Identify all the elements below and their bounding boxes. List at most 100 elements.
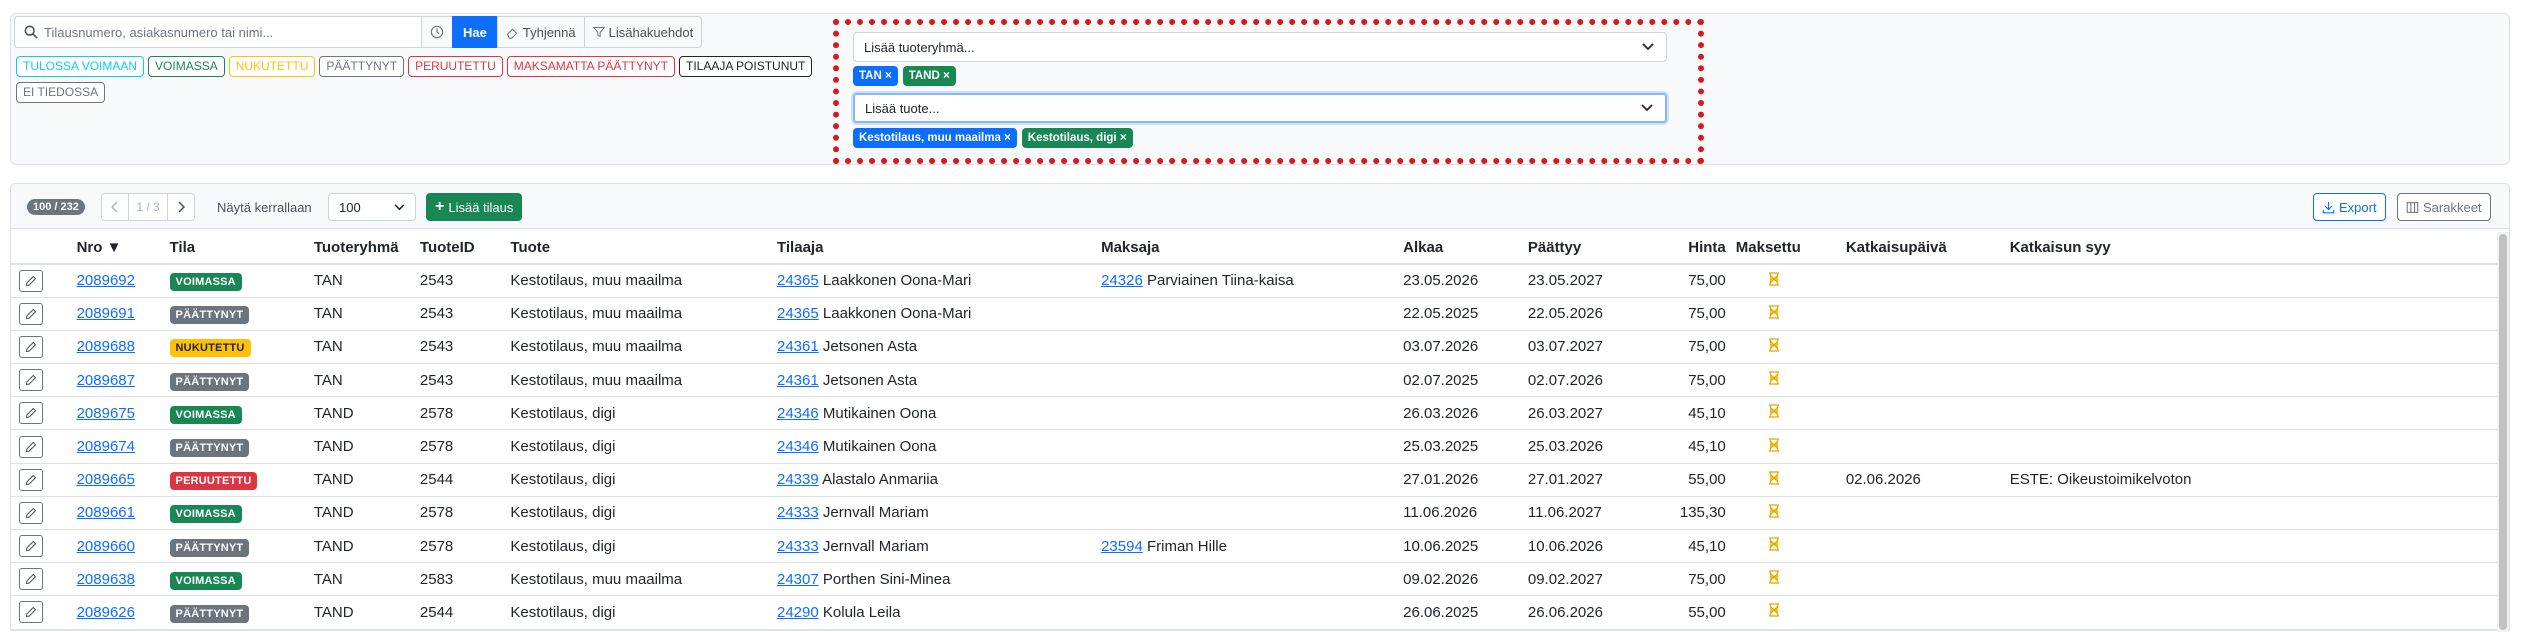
order-number-link[interactable]: 2089665 bbox=[77, 471, 135, 488]
payer-cell bbox=[1099, 297, 1402, 331]
edit-button[interactable] bbox=[19, 369, 43, 392]
clear-button[interactable]: Tyhjennä bbox=[496, 16, 585, 48]
remove-tag-icon[interactable]: × bbox=[1001, 132, 1011, 144]
table-scrollbar[interactable] bbox=[2497, 232, 2509, 632]
search-button[interactable]: Hae bbox=[452, 16, 498, 48]
product-group-placeholder: Lisää tuoteryhmä... bbox=[864, 39, 975, 55]
status-cell: VOIMASSA bbox=[167, 496, 312, 531]
subscriber-name: Porthen Sini-Minea bbox=[822, 570, 951, 588]
edit-button[interactable] bbox=[19, 568, 43, 591]
order-number-link[interactable]: 2089661 bbox=[77, 504, 135, 521]
remove-tag-icon[interactable]: × bbox=[1117, 132, 1127, 144]
table-row: 2089692 VOIMASSA TAN 2543 Kestotilaus, muu m… bbox=[11, 264, 2497, 298]
selected-tag: Kestotilaus, digi × bbox=[1021, 128, 1133, 148]
start-date-cell: 10.06.2025 bbox=[1401, 529, 1526, 564]
edit-button[interactable] bbox=[19, 435, 43, 458]
remove-tag-icon[interactable]: × bbox=[940, 70, 950, 82]
status-badge: PÄÄTTYNYT bbox=[169, 439, 250, 458]
subscriber-link[interactable]: 24361 bbox=[777, 372, 819, 389]
status-chip[interactable]: PÄÄTTYNYT bbox=[319, 56, 405, 77]
table-row: 2089660 PÄÄTTYNYT TAND 2578 Kestotilaus, dig… bbox=[11, 529, 2497, 564]
edit-cell bbox=[11, 330, 75, 365]
pencil-icon bbox=[25, 574, 37, 585]
edit-button[interactable] bbox=[19, 601, 43, 624]
subscriber-link[interactable]: 24333 bbox=[777, 538, 819, 555]
status-chip[interactable]: VOIMASSA bbox=[148, 56, 225, 77]
page-indicator: 1 / 3 bbox=[128, 193, 168, 221]
subscriber-link[interactable]: 24333 bbox=[777, 504, 819, 521]
more-filters-button[interactable]: Lisähakuehdot bbox=[583, 16, 703, 48]
edit-cell bbox=[11, 264, 75, 298]
search-input[interactable]: Tilausnumero, asiakasnumero tai nimi... bbox=[14, 16, 422, 48]
order-number-link[interactable]: 2089660 bbox=[77, 538, 135, 555]
status-cell: VOIMASSA bbox=[167, 264, 312, 298]
column-header[interactable]: Nro ▼ bbox=[74, 232, 168, 265]
history-button[interactable] bbox=[421, 16, 453, 48]
paid-cell bbox=[1733, 363, 1844, 398]
product-group-cell: TAND bbox=[311, 529, 418, 564]
status-chip[interactable]: MAKSAMATTA PÄÄTTYNYT bbox=[506, 56, 675, 77]
export-label: Export bbox=[2339, 199, 2377, 215]
order-number-link[interactable]: 2089692 bbox=[77, 272, 135, 289]
product-cell: Kestotilaus, digi bbox=[508, 396, 775, 431]
payer-cell: 23594 Friman Hille bbox=[1099, 529, 1402, 564]
status-chip[interactable]: TULOSSA VOIMAAN bbox=[16, 56, 145, 77]
product-select[interactable]: Lisää tuote... bbox=[853, 93, 1667, 123]
subscriber-cell: 24333 Jernvall Mariam bbox=[775, 529, 1100, 564]
subscriber-link[interactable]: 24346 bbox=[777, 405, 819, 422]
start-date-cell: 03.07.2026 bbox=[1401, 330, 1526, 365]
subscriber-link[interactable]: 24361 bbox=[777, 338, 819, 355]
subscriber-link[interactable]: 24365 bbox=[777, 272, 819, 289]
subscriber-link[interactable]: 24346 bbox=[777, 438, 819, 455]
next-page-button[interactable] bbox=[167, 193, 195, 221]
edit-cell bbox=[11, 595, 75, 630]
order-number-link[interactable]: 2089688 bbox=[77, 338, 135, 355]
payer-link[interactable]: 24326 bbox=[1101, 272, 1143, 289]
payer-link[interactable]: 23594 bbox=[1101, 538, 1143, 555]
order-number-cell: 2089674 bbox=[74, 429, 168, 464]
per-page-value: 100 bbox=[339, 199, 361, 215]
columns-button[interactable]: Sarakkeet bbox=[2397, 193, 2491, 221]
order-number-link[interactable]: 2089638 bbox=[77, 571, 135, 588]
product-group-select[interactable]: Lisää tuoteryhmä... bbox=[853, 32, 1667, 62]
subscriber-link[interactable]: 24365 bbox=[777, 305, 819, 322]
order-number-cell: 2089660 bbox=[74, 529, 168, 564]
status-chip[interactable]: PERUUTETTU bbox=[408, 56, 503, 77]
per-page-select[interactable]: 100 bbox=[328, 193, 416, 221]
edit-button[interactable] bbox=[19, 269, 43, 292]
paid-cell bbox=[1733, 297, 1844, 331]
order-number-link[interactable]: 2089687 bbox=[77, 372, 135, 389]
product-id-cell: 2543 bbox=[417, 264, 509, 298]
order-number-link[interactable]: 2089691 bbox=[77, 305, 135, 322]
cutoff-reason-cell bbox=[2007, 529, 2497, 564]
remove-tag-icon[interactable]: × bbox=[882, 70, 892, 82]
cutoff-reason-cell bbox=[2007, 330, 2497, 365]
edit-button[interactable] bbox=[19, 402, 43, 425]
order-number-link[interactable]: 2089626 bbox=[77, 604, 135, 621]
subscriber-link[interactable]: 24339 bbox=[777, 471, 819, 488]
selected-tag-label: Kestotilaus, muu maailma bbox=[859, 132, 1001, 144]
status-chip[interactable]: NUKUTETTU bbox=[228, 56, 316, 77]
edit-button[interactable] bbox=[19, 501, 43, 524]
edit-button[interactable] bbox=[19, 468, 43, 491]
subscriber-link[interactable]: 24290 bbox=[777, 604, 819, 621]
edit-button[interactable] bbox=[19, 535, 43, 558]
hourglass-icon bbox=[1768, 437, 1779, 452]
order-number-link[interactable]: 2089675 bbox=[77, 405, 135, 422]
status-chip[interactable]: TILAAJA POISTUNUT bbox=[679, 56, 813, 77]
prev-page-button[interactable] bbox=[101, 193, 129, 221]
status-chip[interactable]: EI TIEDOSSA bbox=[16, 82, 106, 103]
order-number-cell: 2089688 bbox=[74, 330, 168, 365]
edit-button[interactable] bbox=[19, 302, 43, 325]
end-date-cell: 11.06.2027 bbox=[1525, 496, 1646, 531]
paid-cell bbox=[1733, 562, 1844, 597]
pencil-icon bbox=[25, 474, 37, 485]
price-cell: 55,00 bbox=[1645, 463, 1734, 497]
subscriber-link[interactable]: 24307 bbox=[777, 571, 819, 588]
edit-button[interactable] bbox=[19, 335, 43, 358]
payer-cell bbox=[1099, 496, 1402, 531]
order-number-link[interactable]: 2089674 bbox=[77, 438, 135, 455]
add-order-button[interactable]: + Lisää tilaus bbox=[426, 193, 523, 221]
export-button[interactable]: Export bbox=[2313, 193, 2386, 221]
status-badge: PÄÄTTYNYT bbox=[169, 538, 250, 557]
